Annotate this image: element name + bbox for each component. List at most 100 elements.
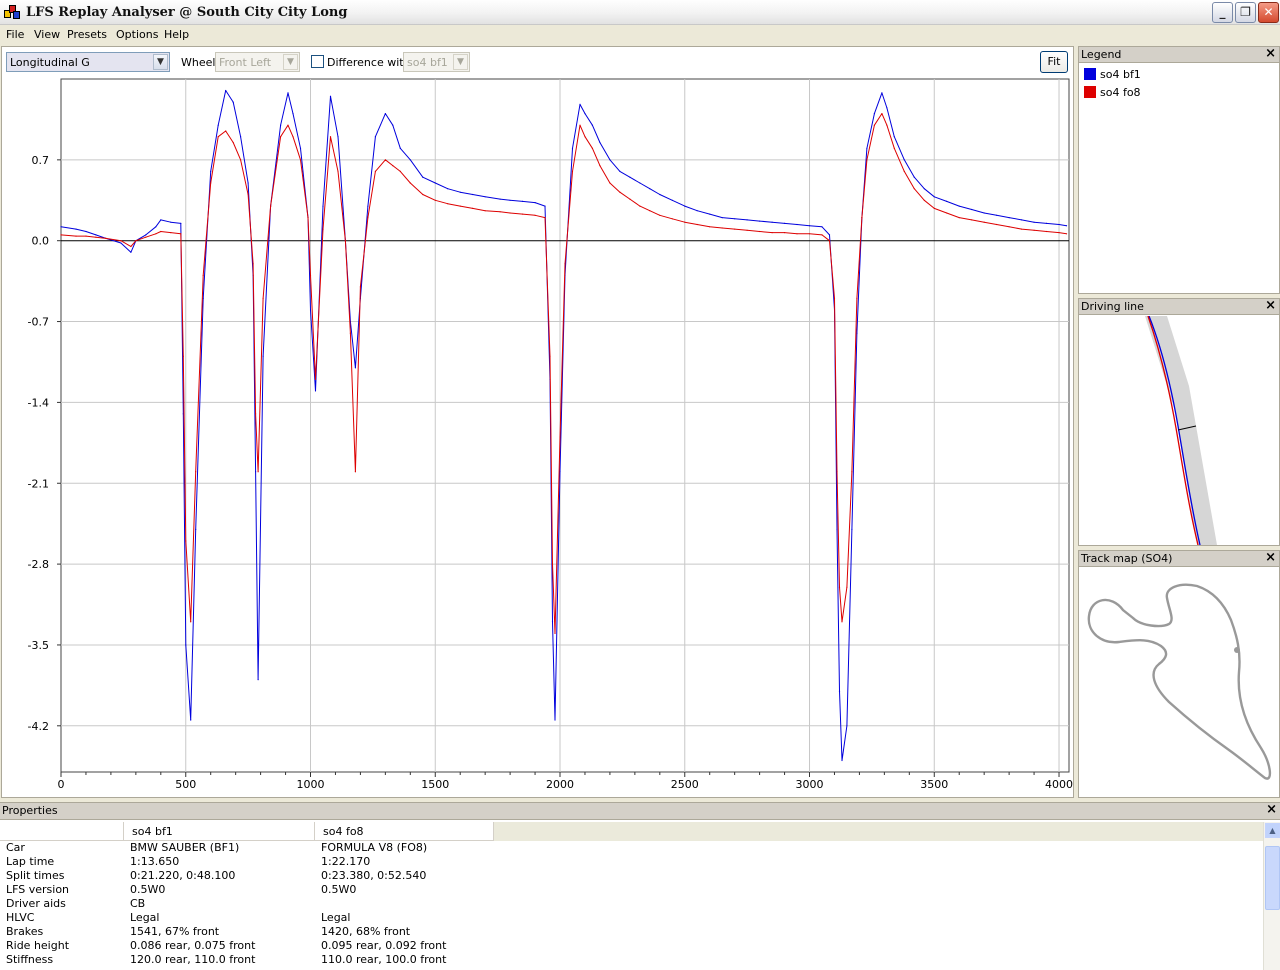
data-point: [344, 240, 346, 242]
app-icon: [4, 5, 20, 20]
data-point: [392, 165, 394, 167]
data-point: [60, 226, 62, 228]
data-point: [851, 471, 853, 473]
data-point: [217, 124, 219, 126]
data-point: [866, 147, 868, 149]
data-point: [873, 113, 876, 115]
property-row[interactable]: Brakes 1541, 67% front 1420, 68% front: [6, 925, 1256, 939]
data-point: [1008, 226, 1010, 228]
data-point: [833, 297, 836, 299]
property-row[interactable]: Stiffness 120.0 rear, 110.0 front 110.0 re…: [6, 953, 1256, 967]
data-point: [354, 367, 356, 369]
legend-swatch: [1084, 86, 1096, 98]
data-point: [881, 113, 883, 115]
data-point: [554, 632, 556, 635]
column-header-fo8[interactable]: so4 fo8: [315, 822, 494, 841]
data-point: [923, 199, 925, 201]
graph-panel: Longitudinal G ▼ Wheel Front Left ▼ Diff…: [1, 46, 1074, 798]
x-tick-label: 4000: [1045, 778, 1073, 791]
difference-select[interactable]: so4 bf1 ▼: [403, 52, 470, 72]
data-point: [983, 212, 985, 214]
data-point: [958, 217, 960, 219]
data-point: [240, 136, 242, 138]
data-point: [85, 235, 87, 237]
data-point: [649, 210, 651, 212]
data-point: [384, 113, 386, 115]
property-row[interactable]: Car BMW SAUBER (BF1) FORMULA V8 (FO8): [6, 841, 1256, 855]
minimize-button[interactable]: _: [1212, 2, 1233, 23]
data-point: [130, 251, 132, 253]
chevron-down-icon[interactable]: ▼: [453, 54, 468, 70]
data-point: [399, 147, 401, 149]
title-bar: LFS Replay Analyser @ South City City Lo…: [0, 0, 1280, 25]
y-tick-label: -2.1: [28, 477, 49, 490]
menu-options[interactable]: Options: [116, 28, 158, 41]
property-value-fo8: 0.095 rear, 0.092 front: [321, 939, 447, 952]
chevron-down-icon[interactable]: ▼: [283, 54, 298, 70]
property-row[interactable]: Lap time 1:13.650 1:22.170: [6, 855, 1256, 869]
close-icon[interactable]: ×: [1265, 551, 1276, 565]
data-point: [155, 226, 157, 228]
property-name: HLVC: [6, 911, 35, 924]
property-row[interactable]: Split times 0:21.220, 0:48.100 0:23.380, 0…: [6, 869, 1256, 883]
property-value-bf1: 120.0 rear, 110.0 front: [130, 953, 256, 966]
data-point: [881, 92, 883, 94]
data-point: [309, 274, 312, 276]
menu-file[interactable]: File: [6, 28, 24, 41]
difference-checkbox[interactable]: [311, 55, 324, 68]
property-name: Car: [6, 841, 25, 854]
track-map[interactable]: [1079, 568, 1279, 797]
column-header-bf1[interactable]: so4 bf1: [124, 822, 315, 841]
longitudinal-g-chart[interactable]: 0 500 1000 1500 2000 2500 3000 3500 4000 0.7 0.0 -0…: [2, 75, 1074, 797]
data-point: [599, 165, 601, 167]
property-row[interactable]: Ride height 0.086 rear, 0.075 front 0.095 …: [6, 939, 1256, 953]
properties-scrollbar[interactable]: ▲: [1263, 822, 1280, 970]
data-point: [971, 219, 973, 221]
data-point: [262, 297, 264, 299]
legend-item[interactable]: so4 fo8: [1084, 86, 1141, 100]
data-point: [759, 230, 761, 233]
wheel-select[interactable]: Front Left ▼: [215, 52, 300, 72]
data-point: [120, 240, 122, 242]
column-header-name[interactable]: [0, 822, 124, 841]
property-row[interactable]: HLVC Legal Legal: [6, 911, 1256, 925]
channel-select-value: Longitudinal G: [10, 56, 90, 69]
menu-presets[interactable]: Presets: [67, 28, 107, 41]
close-button[interactable]: ✕: [1258, 2, 1279, 23]
scroll-up-button[interactable]: ▲: [1265, 823, 1280, 838]
data-point: [232, 101, 234, 103]
y-tick-label: 0.7: [32, 154, 50, 167]
property-row[interactable]: Driver aids CB: [6, 897, 1256, 911]
data-point: [564, 263, 566, 265]
property-name: Ride height: [6, 939, 70, 952]
chevron-down-icon[interactable]: ▼: [153, 54, 168, 70]
data-point: [1045, 222, 1048, 224]
data-point: [337, 136, 339, 138]
track-surface: [1145, 316, 1217, 545]
fit-button[interactable]: Fit: [1040, 51, 1068, 73]
property-value-bf1: CB: [130, 897, 146, 910]
data-point: [170, 232, 172, 234]
data-point: [1008, 217, 1010, 219]
menu-help[interactable]: Help: [164, 28, 189, 41]
close-icon[interactable]: ×: [1265, 47, 1276, 61]
scroll-thumb[interactable]: [1265, 846, 1280, 910]
restore-button[interactable]: ❐: [1235, 2, 1256, 23]
data-point: [534, 202, 536, 204]
data-point: [893, 147, 895, 149]
property-row[interactable]: LFS version 0.5W0 0.5W0: [6, 883, 1256, 897]
data-point: [434, 182, 436, 184]
data-point: [105, 237, 107, 239]
driving-line-view[interactable]: [1079, 316, 1279, 545]
channel-select[interactable]: Longitudinal G ▼: [6, 52, 170, 72]
close-icon[interactable]: ×: [1266, 803, 1277, 817]
close-icon[interactable]: ×: [1265, 299, 1276, 313]
data-point: [384, 159, 386, 161]
difference-select-value: so4 bf1: [407, 56, 448, 69]
data-point: [185, 540, 187, 542]
property-value-bf1: 0.5W0: [130, 883, 166, 896]
data-point: [571, 147, 574, 149]
data-point: [499, 198, 501, 200]
menu-view[interactable]: View: [34, 28, 60, 41]
legend-item[interactable]: so4 bf1: [1084, 68, 1141, 82]
